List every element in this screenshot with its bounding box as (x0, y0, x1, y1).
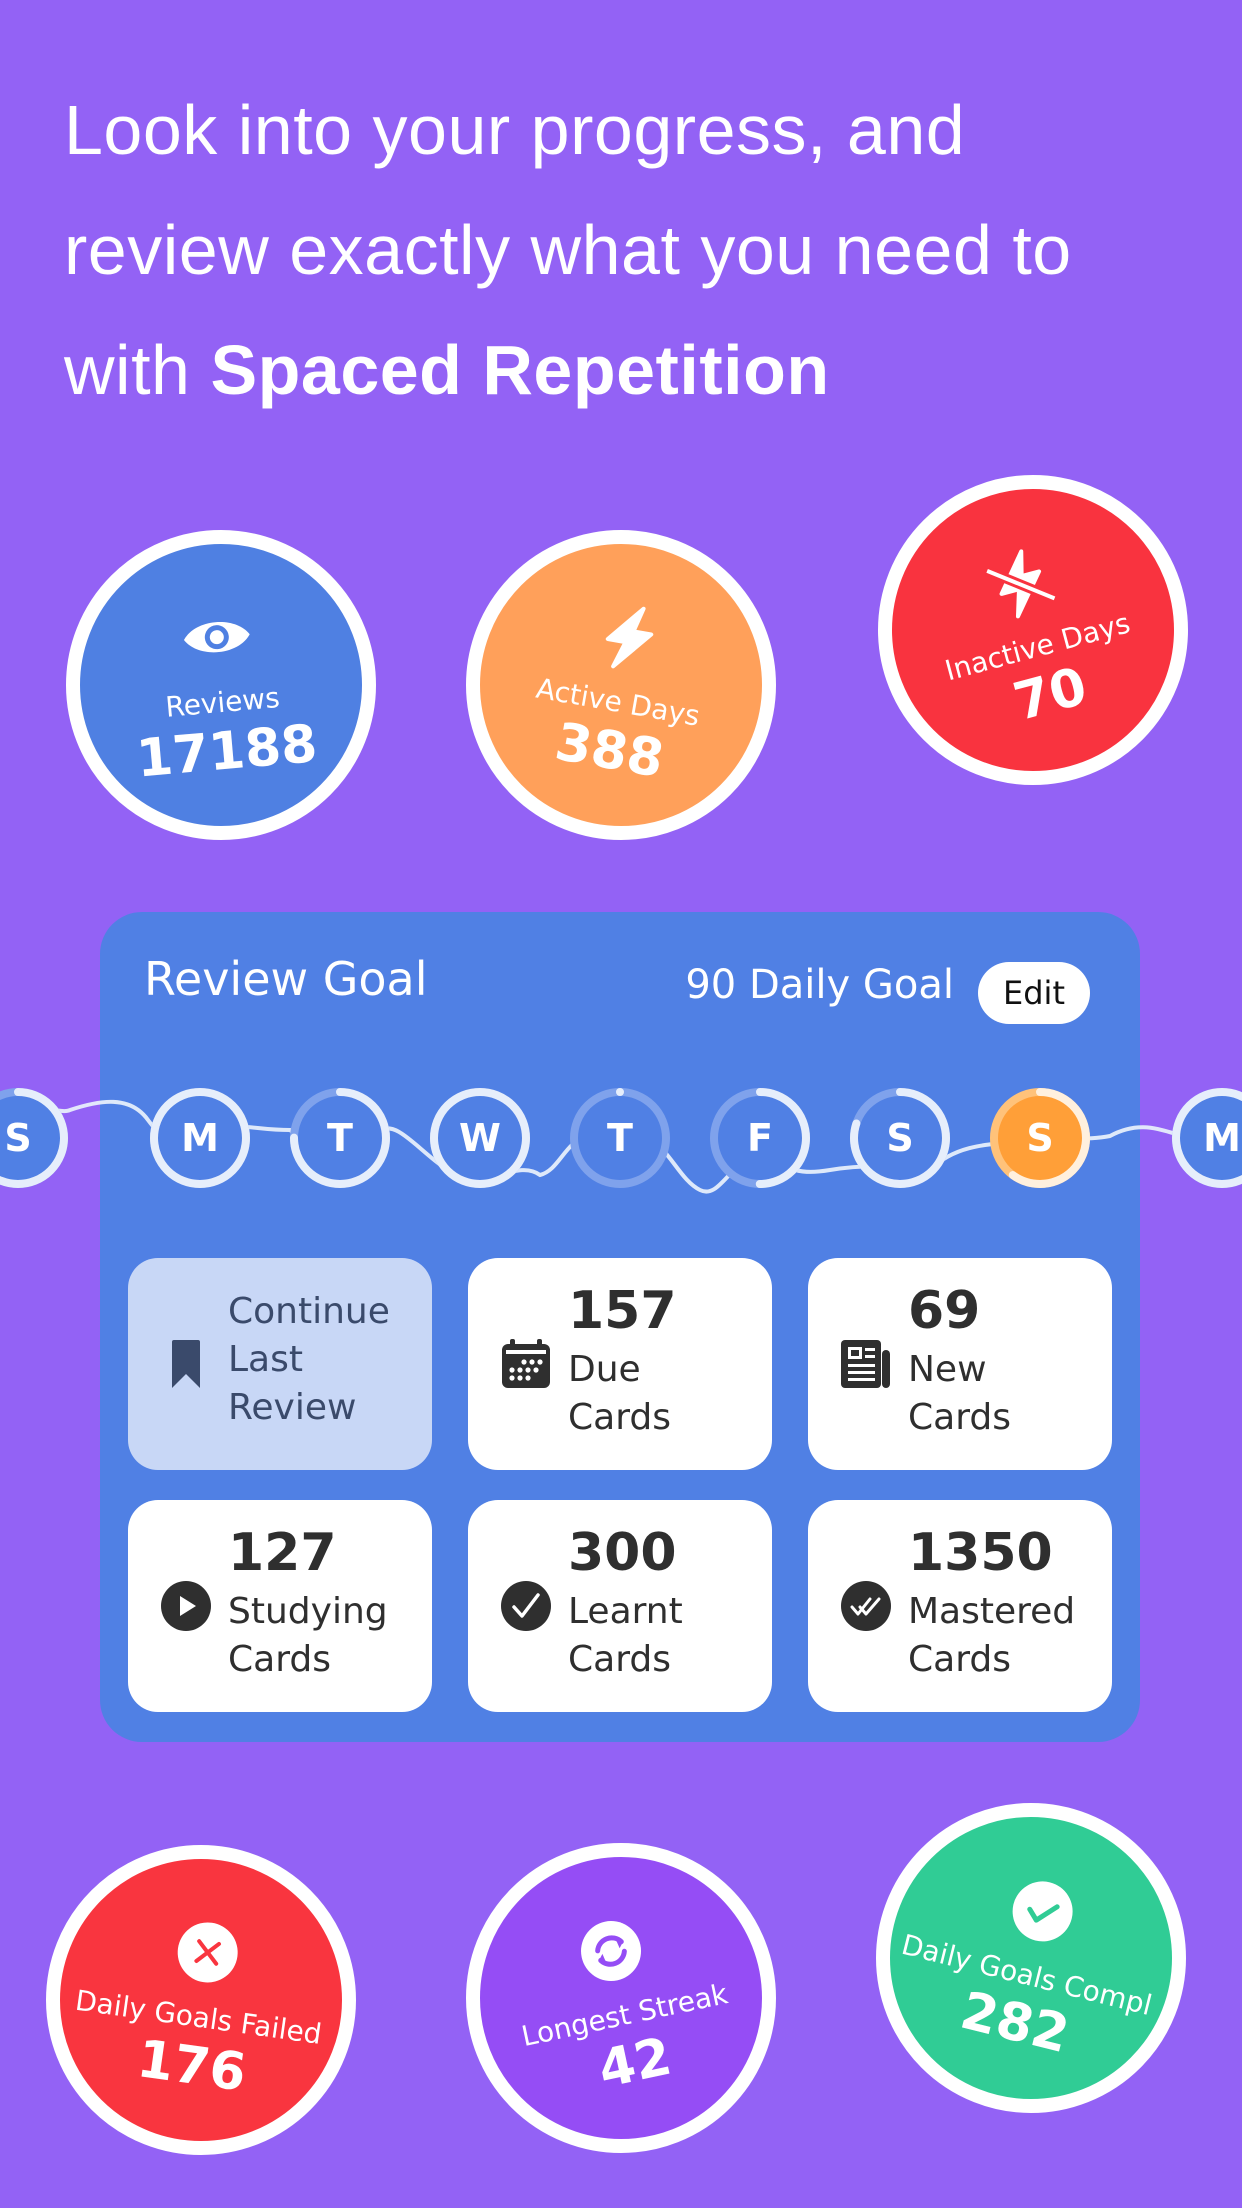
day-ring-wed[interactable]: W (428, 1086, 532, 1190)
day-letter: S (886, 1116, 914, 1160)
day-ring-sun-adjacent[interactable]: S (0, 1086, 70, 1190)
longest-streak-stat: Longest Streak 42 (466, 1843, 776, 2153)
week-progress-row: SMTWTFSSM (0, 1060, 1242, 1220)
x-circle-icon (177, 1922, 238, 1983)
mastered-cards-tile[interactable]: 1350 Mastered Cards (808, 1500, 1112, 1712)
mastered-cards-count: 1350 (908, 1523, 1053, 1583)
new-cards-tile[interactable]: 69 New Cards (808, 1258, 1112, 1470)
studying-cards-tile[interactable]: 127 Studying Cards (128, 1500, 432, 1712)
day-ring-mon[interactable]: M (148, 1086, 252, 1190)
headline-prefix: with (64, 331, 211, 409)
day-ring-sun[interactable]: S (988, 1086, 1092, 1190)
due-cards-count: 157 (568, 1281, 677, 1341)
check-circle-icon (1012, 1881, 1073, 1942)
learnt-cards-tile[interactable]: 300 Learnt Cards (468, 1500, 772, 1712)
headline-emphasis: Spaced Repetition (210, 331, 830, 409)
day-ring-thu[interactable]: T (568, 1086, 672, 1190)
tile-label: Mastered Cards (908, 1591, 1076, 1680)
headline-line-1: Look into your progress, and (64, 91, 966, 169)
calendar-icon (502, 1339, 550, 1388)
lightning-icon (605, 606, 654, 669)
review-goal-title: Review Goal (144, 952, 428, 1006)
double-check-circle-icon (841, 1581, 891, 1631)
headline-line-2: review exactly what you need to (64, 211, 1072, 289)
continue-last-review-tile[interactable]: Continue Last Review (128, 1258, 432, 1470)
headline: Look into your progress, and review exac… (64, 70, 1204, 430)
day-letter: T (327, 1116, 353, 1160)
day-ring-fri[interactable]: F (708, 1086, 812, 1190)
day-ring-tue[interactable]: T (288, 1086, 392, 1190)
inactive-days-stat: Inactive Days 70 (878, 475, 1188, 785)
daily-goal-text: 90 Daily Goal (685, 962, 954, 1008)
check-circle-icon (501, 1581, 551, 1631)
play-circle-icon (161, 1581, 211, 1631)
day-letter: M (181, 1116, 219, 1160)
newspaper-icon (841, 1340, 890, 1388)
tile-label: New Cards (908, 1349, 1011, 1438)
reviews-stat: Reviews 17188 (66, 530, 376, 840)
tile-label: Learnt Cards (568, 1591, 683, 1680)
tile-label: Studying Cards (228, 1591, 388, 1680)
day-letter: T (607, 1116, 633, 1160)
daily-goals-completed-stat: Daily Goals Compl 282 (876, 1803, 1186, 2113)
learnt-cards-count: 300 (568, 1523, 677, 1583)
day-letter: W (459, 1116, 501, 1160)
edit-goal-button[interactable]: Edit (978, 962, 1090, 1024)
review-goal-card: Review Goal 90 Daily Goal Edit Continue L… (100, 912, 1140, 1742)
day-letter: F (747, 1116, 773, 1160)
day-ring-mon-adjacent[interactable]: M (1170, 1086, 1242, 1190)
active-days-stat: Active Days 388 (466, 530, 776, 840)
refresh-circle-icon (581, 1921, 642, 1982)
tile-label: Continue Last Review (228, 1291, 390, 1428)
day-letter: S (4, 1116, 32, 1160)
new-cards-count: 69 (908, 1281, 981, 1341)
lightning-off-icon (985, 549, 1057, 619)
daily-goals-failed-stat: Daily Goals Failed 176 (46, 1845, 356, 2155)
day-ring-sat[interactable]: S (848, 1086, 952, 1190)
eye-icon (183, 622, 250, 653)
day-letter: M (1203, 1116, 1241, 1160)
studying-cards-count: 127 (228, 1523, 337, 1583)
due-cards-tile[interactable]: 157 Due Cards (468, 1258, 772, 1470)
day-letter: S (1026, 1116, 1054, 1160)
tile-label: Due Cards (568, 1349, 671, 1438)
bookmark-icon (172, 1340, 200, 1388)
headline-line-3: with Spaced Repetition (64, 310, 1204, 430)
